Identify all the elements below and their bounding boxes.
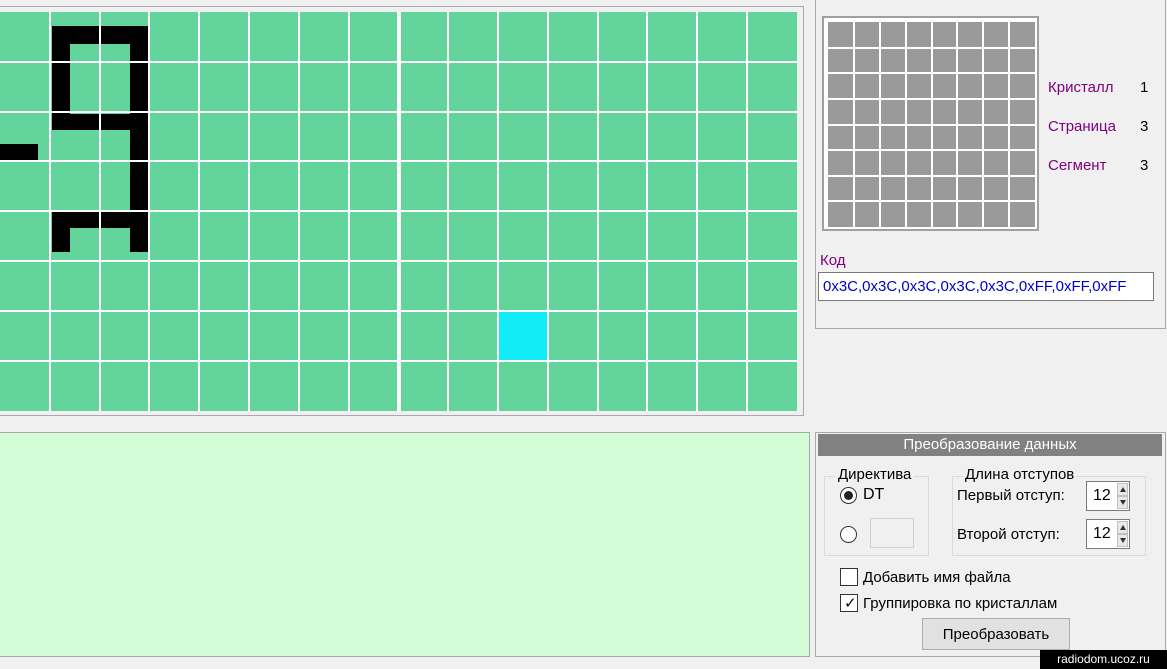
grid-line (0, 60, 797, 63)
segment-label: Сегмент (1048, 157, 1107, 174)
first-indent-value: 12 (1093, 487, 1111, 504)
indent-group-title: Длина отступов (962, 467, 1078, 483)
preview-grid-line (828, 97, 1035, 100)
grid-line (0, 260, 797, 262)
preview-grid-line (828, 174, 1035, 177)
directive-custom-input[interactable] (870, 518, 914, 548)
second-indent-value: 12 (1093, 525, 1111, 542)
page-value: 3 (1140, 118, 1149, 135)
grid-line (0, 110, 797, 113)
page-label: Страница (1048, 118, 1116, 135)
segment-preview (822, 16, 1039, 231)
first-indent-stepper[interactable]: 12 (1086, 481, 1130, 511)
code-label: Код (820, 252, 846, 269)
directive-group-title: Директива (835, 467, 915, 483)
preview-grid-line (828, 200, 1035, 203)
crystal-label: Кристалл (1048, 79, 1114, 96)
glyph-pixel (52, 26, 70, 114)
convert-button[interactable]: Преобразовать (922, 618, 1070, 650)
preview-grid-line (828, 149, 1035, 152)
crystal-value: 1 (1140, 79, 1149, 96)
code-field[interactable]: 0x3C,0x3C,0x3C,0x3C,0x3C,0xFF,0xFF,0xFF (818, 272, 1154, 301)
directive-custom-radio[interactable] (840, 526, 857, 543)
second-indent-stepper[interactable]: 12 (1086, 519, 1130, 549)
grid-line (0, 309, 797, 312)
watermark: radiodom.ucoz.ru (1040, 650, 1167, 669)
glyph-pixel (0, 144, 38, 162)
add-filename-checkbox[interactable] (840, 568, 858, 586)
segment-preview-grid (828, 22, 1035, 227)
second-indent-down-icon[interactable] (1117, 534, 1128, 547)
add-filename-label: Добавить имя файла (863, 569, 1011, 586)
directive-dt-label: DT (863, 486, 885, 503)
first-indent-down-icon[interactable] (1117, 496, 1128, 509)
preview-grid-line (828, 123, 1035, 126)
grid-line (0, 160, 797, 163)
preview-grid-line (828, 72, 1035, 75)
group-by-crystal-label: Группировка по кристаллам (863, 595, 1058, 612)
conversion-panel-title: Преобразование данных (818, 434, 1162, 456)
directive-dt-radio[interactable] (840, 487, 857, 504)
output-text-area[interactable] (0, 432, 810, 657)
second-indent-up-icon[interactable] (1117, 521, 1128, 534)
segment-value: 3 (1140, 157, 1149, 174)
first-indent-label: Первый отступ: (957, 487, 1065, 504)
cursor-cell (498, 310, 548, 361)
grid-line (0, 359, 797, 362)
glyph-pixel (52, 212, 70, 252)
group-by-crystal-checkbox[interactable]: ✓ (840, 594, 858, 612)
checkmark-icon: ✓ (844, 595, 857, 612)
preview-grid-line (828, 46, 1035, 49)
grid-line (0, 210, 797, 213)
pixel-editor-grid[interactable] (0, 12, 797, 411)
second-indent-label: Второй отступ: (957, 526, 1060, 543)
first-indent-up-icon[interactable] (1117, 483, 1128, 496)
